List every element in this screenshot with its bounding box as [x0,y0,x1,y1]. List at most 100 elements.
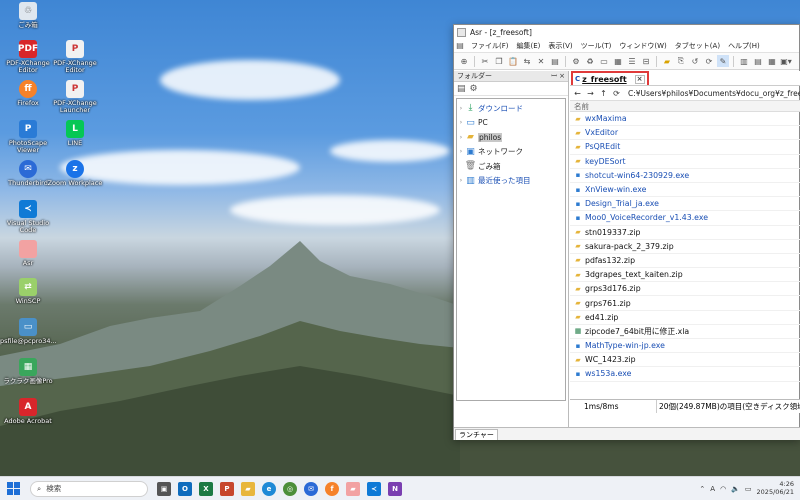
menu-app-icon[interactable]: ▤ [456,40,464,52]
vscode-icon[interactable]: ≺ [367,481,381,496]
window-titlebar[interactable]: Asr - [z_freesoft] [454,25,799,39]
menu-help[interactable]: ヘルプ(H) [727,41,761,51]
paste-icon[interactable]: 📋 [507,55,519,67]
file-row[interactable]: ▰ ed41.zip [570,311,800,325]
file-row[interactable]: ▰ grps3d176.zip [570,282,800,297]
tab-z-freesoft[interactable]: C z_freesoft × [571,71,649,85]
file-row[interactable]: ▰ stn019337.zip [570,226,800,240]
file-row[interactable]: ▪ Design_Trial_ja.exe [570,197,800,212]
file-row[interactable]: ▪ ws153a.exe [570,367,800,382]
properties-icon[interactable]: ▤ [549,55,561,67]
start-button[interactable] [7,482,20,495]
file-row[interactable]: ▦ zipcode7_64bit用に修正.xla [570,325,800,339]
settings-icon[interactable]: ⚙ [570,55,582,67]
desktop-icon-acrobat[interactable]: A Adobe Acrobat [0,398,56,425]
clock[interactable]: 4:26 2025/06/21 [757,480,794,497]
chevron-up-icon[interactable]: ⌃ [699,485,705,493]
asr-icon[interactable]: ▰ [346,481,360,496]
expand-icon[interactable]: › [457,134,465,141]
file-row[interactable]: ▪ MathType-win-jp.exe [570,339,800,354]
pane-close-icon[interactable]: ꟷ × [551,72,565,81]
launcher-tab[interactable]: ランチャー [455,428,498,440]
desktop-icon-zoom[interactable]: z Zoom Workplace [47,160,103,187]
desktop-icon-pdf-launcher[interactable]: P PDF-XChange Launcher [47,80,103,115]
file-row[interactable]: ▰ 3dgrapes_text_kaiten.zip [570,268,800,283]
new-icon[interactable]: ⊕ [458,55,470,67]
history-icon[interactable]: ↺ [689,55,701,67]
menu-tools[interactable]: ツール(T) [580,41,613,51]
desktop-icon-winscp[interactable]: ⇄ WinSCP [0,278,56,305]
delete-icon[interactable]: ✕ [535,55,547,67]
menu-window[interactable]: ウィンドウ(W) [618,41,667,51]
tree-item-downloads[interactable]: › ⤓ ダウンロード [457,101,565,116]
pane-view-icon[interactable]: ▤ [457,84,466,94]
panes-icon[interactable]: ▥ [738,55,750,67]
thunderbird-icon[interactable]: ✉ [304,481,318,496]
window-icon[interactable]: ▭ [598,55,610,67]
menu-tabset[interactable]: タブセット(A) [674,41,721,51]
back-icon[interactable]: ← [573,89,582,98]
expand-icon[interactable]: › [457,119,465,126]
up-icon[interactable]: ↑ [599,89,608,98]
file-row[interactable]: ▪ XnView-win.exe [570,183,800,198]
grid-icon[interactable]: ▦ [612,55,624,67]
menu-edit[interactable]: 編集(E) [516,41,542,51]
column-header-name[interactable]: 名前 [570,101,800,112]
desktop-icon-recycle-bin[interactable]: ♲ ごみ箱 [0,2,56,29]
expand-icon[interactable]: › [457,177,465,184]
volume-icon[interactable]: 🔈 [731,485,740,493]
list-icon[interactable]: ☰ [626,55,638,67]
menu-file[interactable]: ファイル(F) [470,41,510,51]
tree-item-pc[interactable]: › ▭ PC [457,116,565,131]
expand-icon[interactable]: › [457,105,465,112]
layout-dropdown-icon[interactable]: ▣▾ [780,55,792,67]
powerpoint-icon[interactable]: P [220,481,234,496]
file-row[interactable]: ▰ wxMaxima [570,112,800,127]
edge-icon[interactable]: e [262,481,276,496]
desktop-icon-vscode[interactable]: ≺ Visual Studio Code [0,200,56,235]
file-row[interactable]: ▰ VxEditor [570,126,800,141]
desktop-icon-asr[interactable]: Asr [0,240,56,267]
copy-path-icon[interactable]: ⎘ [675,55,687,67]
file-row[interactable]: ▪ shotcut-win64-230929.exe [570,169,800,183]
refresh-icon[interactable]: ⟳ [612,89,621,98]
file-explorer-icon[interactable]: ▰ [241,481,255,496]
trash-icon[interactable]: ♻ [584,55,596,67]
pane-settings-icon[interactable]: ⚙ [470,84,478,94]
tab-close-icon[interactable]: × [634,74,645,84]
file-row[interactable]: ▰ grps761.zip [570,296,800,311]
address-input[interactable]: C:¥Users¥philos¥Documents¥docu_org¥z_fre… [625,87,800,99]
split-icon[interactable]: ▤ [752,55,764,67]
details-icon[interactable]: ▦ [766,55,778,67]
desktop-icon-line[interactable]: L LINE [47,120,103,147]
copy-icon[interactable]: ❐ [493,55,505,67]
file-row[interactable]: ▪ Moo0_VoiceRecorder_v1.43.exe [570,211,800,226]
chrome-icon[interactable]: ◎ [283,481,297,496]
tree-item-network[interactable]: › ▣ ネットワーク [457,145,565,160]
excel-icon[interactable]: X [199,481,213,496]
desktop-icon-pdf-editor-2[interactable]: P PDF-XChange Editor [47,40,103,75]
refresh-icon[interactable]: ⟳ [703,55,715,67]
desktop-icon-rakuraku[interactable]: ▦ ラクラク画像Pro [0,358,56,385]
file-row[interactable]: ▰ pdfas132.zip [570,254,800,269]
tree-item-philos[interactable]: › ▰ philos [457,130,565,145]
desktop-icon-psfile[interactable]: ▭ psfile@pcpro34... [0,318,57,345]
wifi-icon[interactable]: ◠ [720,485,726,493]
file-row[interactable]: ▰ keyDESort [570,155,800,169]
tree-item-trash[interactable]: 🗑 ごみ箱 [457,159,565,174]
task-view-icon[interactable]: ▣ [157,481,171,496]
onenote-icon[interactable]: N [388,481,402,496]
battery-icon[interactable]: ▭ [745,485,752,493]
menu-view[interactable]: 表示(V) [547,41,573,51]
address-edit-icon[interactable]: ✎ [717,55,729,67]
ime-icon[interactable]: A [710,485,715,493]
file-row[interactable]: ▰ WC_1423.zip [570,353,800,368]
move-icon[interactable]: ⇆ [521,55,533,67]
forward-icon[interactable]: → [586,89,595,98]
tree-item-recent[interactable]: › ▥ 最近使った項目 [457,174,565,189]
filter-icon[interactable]: ⊟ [640,55,652,67]
outlook-icon[interactable]: O [178,481,192,496]
firefox-icon[interactable]: f [325,481,339,496]
file-row[interactable]: ▰ sakura-pack_2_379.zip [570,240,800,254]
taskbar-search[interactable]: ⌕ 検索 [30,480,148,497]
